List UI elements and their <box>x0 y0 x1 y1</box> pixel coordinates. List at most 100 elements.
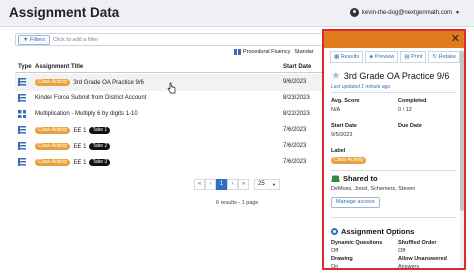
row-title: Kinder Force Submit from District Accoun… <box>35 95 146 101</box>
retake-label: Retake <box>438 54 457 60</box>
results-label: Results <box>340 54 360 60</box>
start-date: 7/6/2023 <box>283 143 307 149</box>
print-icon: ▤ <box>404 54 410 60</box>
due-date-label: Due Date <box>398 123 422 129</box>
label-badge: Class Activity <box>331 157 367 164</box>
take-badge: Take 1 <box>89 127 111 134</box>
tag-label: Procedural Fluency <box>243 49 291 55</box>
page-size-value: 25 <box>258 181 265 187</box>
scrollbar-thumb[interactable] <box>460 51 464 211</box>
divider <box>331 92 457 93</box>
last-page-button[interactable]: » <box>238 179 249 190</box>
start-date: 9/6/2023 <box>283 79 307 85</box>
manage-access-button[interactable]: Manage access <box>331 197 380 208</box>
prev-page-button[interactable]: ‹ <box>205 179 216 190</box>
results-summary: 6 results - 1 page <box>216 200 259 206</box>
first-page-button[interactable]: « <box>194 179 205 190</box>
star-icon[interactable]: ★ <box>331 69 341 82</box>
preview-button[interactable]: ◈ Preview <box>365 51 399 63</box>
assignment-title: EE 1 <box>73 143 87 150</box>
table-row[interactable]: Class Activity EE 1 Take 2 7/6/2023 <box>15 138 326 155</box>
row-title: Class Activity 3rd Grade OA Practice 9/6 <box>35 79 144 86</box>
start-date: 7/6/2023 <box>283 127 307 133</box>
shared-names: DeMoss, Joost, Schemers, Steven <box>331 186 416 192</box>
shuffled-order-value: Off <box>398 248 406 254</box>
col-type[interactable]: Type <box>18 64 32 70</box>
list-icon <box>18 126 26 134</box>
table-row[interactable]: Multiplication - Multiply 6 by digits 1-… <box>15 106 326 123</box>
shared-to-heading: Shared to <box>331 174 378 183</box>
panel-title-row: ★ 3rd Grade OA Practice 9/6 <box>331 69 449 82</box>
top-bar: Assignment Data kevin-the-dog@nextgenmat… <box>0 0 474 27</box>
page-1-button[interactable]: 1 <box>216 179 227 190</box>
preview-icon: ◈ <box>369 54 374 60</box>
print-button[interactable]: ▤ Print <box>400 51 427 63</box>
pagination: « ‹ 1 › » 25 ▼ <box>194 179 280 190</box>
last-updated: Last updated 1 minute ago <box>331 84 391 90</box>
shuffled-order-label: Shuffled Order <box>398 240 437 246</box>
class-activity-badge: Class Activity <box>35 143 71 150</box>
user-menu[interactable]: kevin-the-dog@nextgenmath.com ▼ <box>349 8 460 17</box>
take-badge: Take 3 <box>89 159 111 166</box>
start-date: 8/23/2023 <box>283 95 310 101</box>
row-title: Class Activity EE 1 Take 2 <box>35 143 113 150</box>
assignment-title: 3rd Grade OA Practice 9/6 <box>73 79 144 86</box>
user-email: kevin-the-dog@nextgenmath.com <box>361 9 453 16</box>
start-date-value: 9/5/2023 <box>331 132 353 138</box>
user-icon <box>349 8 359 17</box>
start-date: 8/22/2023 <box>283 111 310 117</box>
list-icon <box>18 94 26 102</box>
table-row[interactable]: Class Activity EE 1 Take 1 7/6/2023 <box>15 122 326 139</box>
filter-input[interactable]: Click to add a filter <box>53 37 98 43</box>
next-page-button[interactable]: › <box>227 179 238 190</box>
tag-filter[interactable]: Procedural Fluency Standar <box>234 49 314 55</box>
filter-bar[interactable]: ▼ Filters Click to add a filter <box>15 33 326 46</box>
preview-label: Preview <box>374 54 395 60</box>
row-title: Class Activity EE 1 Take 3 <box>35 159 113 166</box>
list-icon <box>18 142 26 150</box>
col-start-date[interactable]: Start Date <box>283 64 311 70</box>
col-title[interactable]: Assignment Title <box>35 64 83 70</box>
page-size-select[interactable]: 25 ▼ <box>254 179 280 190</box>
assignment-detail-panel: ✕ ▦ Results ◈ Preview ▤ Print ↻ Retake ★… <box>322 29 466 270</box>
panel-tabs: ▦ Results ◈ Preview ▤ Print ↻ Retake <box>330 51 462 63</box>
dynamic-questions-label: Dynamic Questions <box>331 240 383 246</box>
page-title: Assignment Data <box>9 5 120 20</box>
chevron-down-icon: ▼ <box>455 9 460 16</box>
filters-button[interactable]: ▼ Filters <box>18 35 50 45</box>
assignment-title: EE 1 <box>73 159 87 166</box>
completed-label: Completed <box>398 98 427 104</box>
allow-unanswered-value: Answers <box>398 264 420 270</box>
hand-cursor-icon <box>167 82 176 94</box>
class-activity-badge: Class Activity <box>35 159 71 166</box>
assignment-options-title: Assignment Options <box>341 227 415 236</box>
list-icon <box>18 78 26 86</box>
retake-button[interactable]: ↻ Retake <box>428 51 461 63</box>
start-date-label: Start Date <box>331 123 357 129</box>
shared-to-title: Shared to <box>343 174 378 183</box>
chevron-down-icon: ▼ <box>272 182 276 187</box>
row-title: Class Activity EE 1 Take 1 <box>35 127 113 134</box>
drawing-label: Drawing <box>331 256 353 262</box>
panel-title: 3rd Grade OA Practice 9/6 <box>343 70 450 81</box>
people-icon <box>331 175 340 182</box>
divider <box>331 217 457 218</box>
start-date: 7/6/2023 <box>283 159 307 165</box>
table-header: Type Assignment Title Start Date <box>15 62 326 73</box>
retake-icon: ↻ <box>432 54 438 60</box>
assignment-title: EE 1 <box>73 127 87 134</box>
tag-icon <box>234 49 241 55</box>
close-icon[interactable]: ✕ <box>451 32 460 45</box>
table-row[interactable]: Class Activity EE 1 Take 3 7/6/2023 <box>15 154 326 171</box>
assignment-title: Multiplication - Multiply 6 by digits 1-… <box>35 111 138 117</box>
gear-icon <box>331 228 338 235</box>
print-label: Print <box>411 54 423 60</box>
chart-icon: ▦ <box>334 54 340 60</box>
grid-icon <box>18 110 26 118</box>
take-badge: Take 2 <box>89 143 111 150</box>
results-button[interactable]: ▦ Results <box>330 51 364 63</box>
allow-unanswered-label: Allow Unanswered <box>398 256 447 262</box>
avg-score-value: N/A <box>331 107 341 113</box>
tag-label-2: Standar <box>294 49 314 55</box>
row-title: Multiplication - Multiply 6 by digits 1-… <box>35 111 138 117</box>
